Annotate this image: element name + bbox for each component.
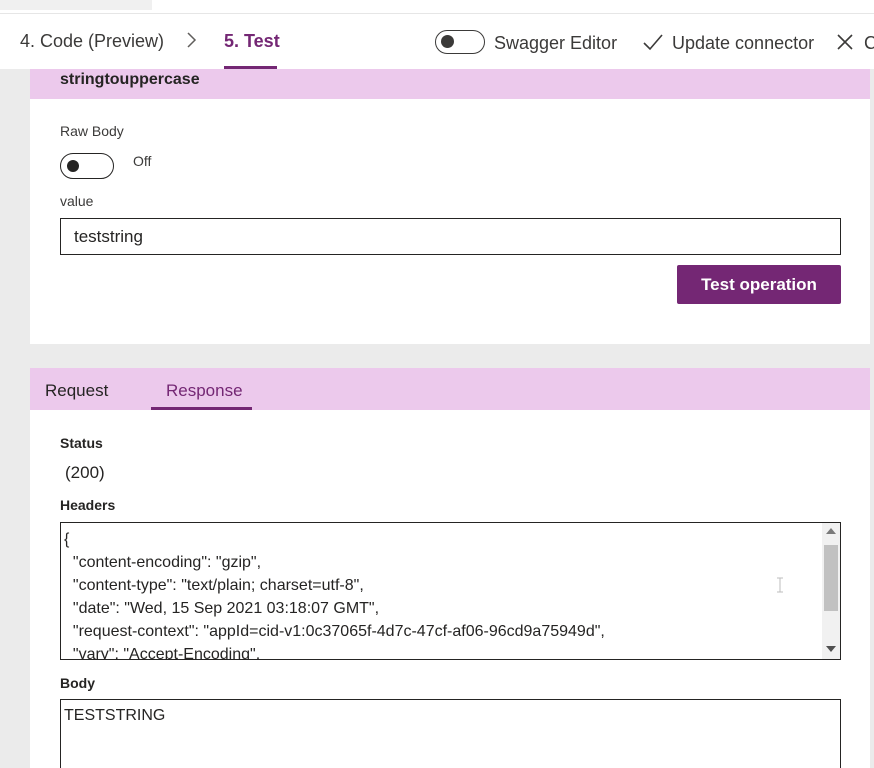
headers-line: "vary": "Accept-Encoding", [64,646,261,660]
swagger-editor-toggle[interactable] [435,30,485,54]
raw-body-state: Off [133,153,152,169]
text-cursor-icon [777,577,783,593]
headers-textarea[interactable]: { "content-encoding": "gzip", "content-t… [60,522,841,660]
test-operation-button[interactable]: Test operation [677,265,841,304]
raw-body-toggle[interactable] [60,153,114,179]
headers-scrollbar[interactable] [822,523,840,659]
operation-title: stringtouppercase [60,71,200,88]
body-textarea[interactable]: TESTSTRING [60,699,841,768]
toggle-knob [441,35,454,48]
update-connector-button[interactable]: Update connector [672,33,814,54]
headers-line: "date": "Wed, 15 Sep 2021 03:18:07 GMT", [64,600,380,617]
toggle-knob [67,160,79,172]
scroll-up-arrow-icon[interactable] [826,528,836,534]
tab-request[interactable]: Request [45,381,108,401]
headers-line: "content-type": "text/plain; charset=utf… [64,577,364,594]
headers-line: "request-context": "appId=cid-v1:0c37065… [64,623,605,640]
top-strip-tab [0,0,152,10]
raw-body-label: Raw Body [60,123,124,139]
close-button-label[interactable]: C [864,33,874,54]
top-strip [0,0,874,14]
status-value: (200) [65,463,105,482]
headers-line: "content-encoding": "gzip", [64,554,262,571]
checkmark-icon[interactable] [642,31,664,53]
step-code-preview[interactable]: 4. Code (Preview) [20,31,164,52]
step-test[interactable]: 5. Test [224,31,280,52]
test-page: stringtouppercase Raw Body Off value Tes… [0,69,874,768]
tab-response[interactable]: Response [166,381,243,401]
scrollbar-thumb[interactable] [824,545,838,611]
body-label: Body [60,675,95,691]
request-response-tabs: Request Response [30,368,870,410]
value-label: value [60,193,94,209]
operation-card: stringtouppercase Raw Body Off value Tes… [30,69,870,344]
scroll-down-arrow-icon[interactable] [826,646,836,652]
active-tab-indicator [151,407,252,410]
chevron-right-icon [186,30,198,56]
headers-label: Headers [60,497,116,513]
headers-content: { "content-encoding": "gzip", "content-t… [64,528,605,660]
value-input[interactable] [60,218,841,255]
swagger-editor-label: Swagger Editor [494,33,618,53]
headers-line: { [64,531,70,548]
status-label: Status [60,435,103,451]
close-icon[interactable] [836,33,854,51]
wizard-nav-bar: 4. Code (Preview) 5. Test Swagger Editor… [0,15,874,69]
operation-header: stringtouppercase [30,69,870,99]
request-response-card: Request Response Status (200) Headers { … [30,368,870,768]
body-content: TESTSTRING [64,707,166,724]
